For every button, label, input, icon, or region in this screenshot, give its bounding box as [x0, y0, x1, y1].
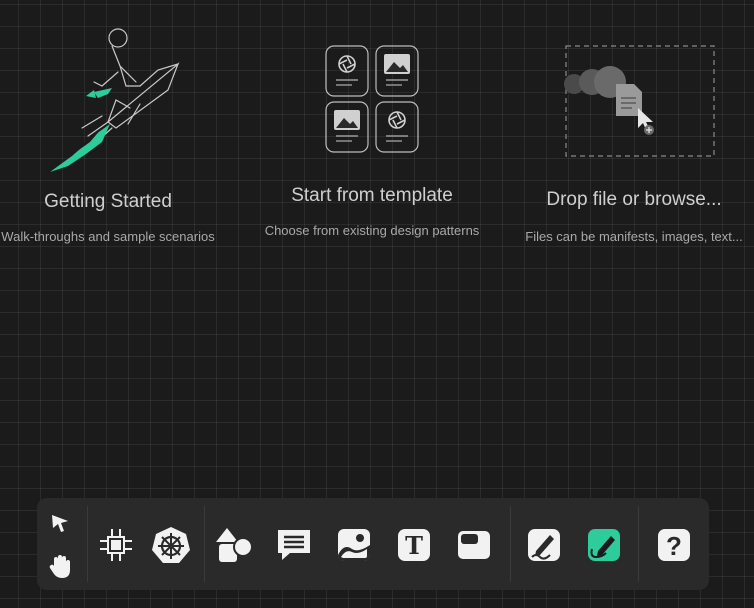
- toolbar-separator: [638, 506, 639, 582]
- shapes-tool[interactable]: [213, 524, 255, 566]
- section-tool[interactable]: [453, 524, 495, 566]
- getting-started-card[interactable]: Getting Started Walk-throughs and sample…: [0, 24, 226, 244]
- component-tool[interactable]: [95, 524, 137, 566]
- getting-started-subtitle: Walk-throughs and sample scenarios: [1, 229, 215, 244]
- help-button[interactable]: ?: [653, 524, 695, 566]
- help-label: ?: [666, 531, 682, 561]
- kubernetes-tool[interactable]: [150, 524, 192, 566]
- help-icon: ?: [658, 529, 690, 561]
- freehand-draw-icon: [588, 529, 620, 561]
- pan-hand-icon: [49, 555, 70, 578]
- text-tool-label: T: [405, 531, 423, 560]
- text-icon: T: [398, 529, 430, 561]
- comment-tool[interactable]: [273, 524, 315, 566]
- kubernetes-icon: [152, 527, 190, 563]
- pan-tool[interactable]: [45, 552, 75, 582]
- drop-file-card[interactable]: Drop file or browse... Files can be mani…: [510, 40, 754, 244]
- section-icon: [458, 531, 490, 559]
- drop-zone-illustration: [564, 45, 715, 157]
- template-grid-illustration: [325, 45, 419, 153]
- comment-icon: [278, 530, 310, 560]
- start-from-template-subtitle: Choose from existing design patterns: [264, 223, 480, 238]
- rocket-illustration: [50, 28, 180, 172]
- pointer-tool[interactable]: [45, 508, 75, 538]
- image-tool[interactable]: [333, 524, 375, 566]
- shapes-icon: [216, 528, 253, 562]
- bottom-toolbar: T ?: [37, 498, 709, 590]
- start-from-template-title: Start from template: [291, 185, 453, 206]
- text-tool[interactable]: T: [393, 524, 435, 566]
- pen-tool[interactable]: [523, 524, 565, 566]
- drop-file-title: Drop file or browse...: [546, 189, 722, 210]
- start-from-template-card[interactable]: Start from template Choose from existing…: [252, 40, 492, 238]
- component-icon: [100, 529, 132, 561]
- pointer-icon: [52, 515, 68, 532]
- image-icon: [338, 529, 370, 561]
- getting-started-title: Getting Started: [44, 191, 172, 212]
- toolbar-separator: [510, 506, 511, 582]
- pen-icon: [528, 529, 560, 561]
- toolbar-separator: [204, 506, 205, 582]
- freehand-draw-tool[interactable]: [583, 524, 625, 566]
- toolbar-separator: [87, 506, 88, 582]
- drop-file-subtitle: Files can be manifests, images, text...: [525, 229, 743, 244]
